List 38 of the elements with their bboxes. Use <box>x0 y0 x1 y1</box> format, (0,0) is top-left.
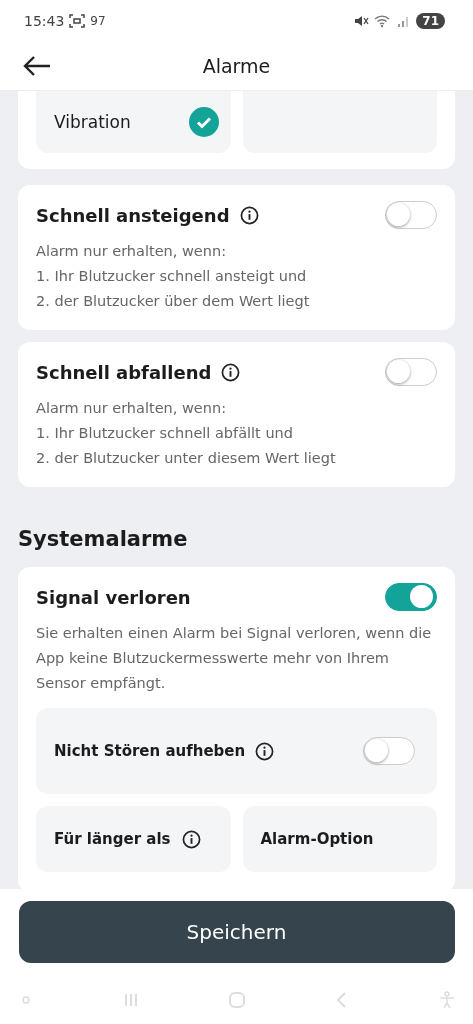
checkmark-icon[interactable] <box>188 107 219 137</box>
description-line: Alarm nur erhalten, wenn: <box>36 399 227 418</box>
toggle-switch[interactable] <box>385 201 437 229</box>
description-line: 1. Ihr Blutzucker schnell ansteigt und <box>36 267 308 286</box>
notification-count: 97 <box>90 14 106 28</box>
description-line: Alarm nur erhalten, wenn: <box>36 242 227 261</box>
info-icon[interactable] <box>221 362 241 382</box>
status-time: 15:43 <box>24 13 65 29</box>
section-title: Systemalarme <box>18 527 189 551</box>
description-line: 1. Ihr Blutzucker schnell abfällt und <box>36 424 294 443</box>
info-icon[interactable] <box>182 829 202 849</box>
description-line: 2. der Blutzucker unter diesem Wert liegt <box>36 449 337 468</box>
description-line: 2. der Blutzucker über dem Wert liegt <box>36 292 311 311</box>
option-label: Nicht Stören aufheben <box>54 742 246 760</box>
back-arrow-icon[interactable] <box>23 56 51 76</box>
option-label: Vibration <box>54 112 131 132</box>
info-icon[interactable] <box>255 741 275 761</box>
wifi-icon <box>374 13 391 29</box>
alarm-title: Signal verloren <box>36 586 191 608</box>
toggle-switch[interactable] <box>385 583 437 611</box>
option-panel[interactable]: Vibration <box>36 91 231 153</box>
toggle-switch[interactable] <box>363 737 415 765</box>
alarm-title: Schnell ansteigend <box>36 204 230 226</box>
save-button[interactable]: Speichern <box>18 901 455 963</box>
accessibility-icon[interactable] <box>437 989 457 1010</box>
page-title: Alarme <box>202 55 271 77</box>
option-panel[interactable]: Für länger als <box>36 806 231 872</box>
screenshot-icon <box>69 13 86 29</box>
alarm-description: Sie erhalten einen Alarm bei Signal verloren, wenn die App keine Blutzuckermesswerte mehr von Ihrem Sensor empfängt. <box>36 624 433 693</box>
battery-indicator: 71 <box>416 13 445 29</box>
alarm-title: Schnell abfallend <box>36 361 212 383</box>
home-icon[interactable] <box>226 989 247 1010</box>
option-label: Für länger als <box>54 830 171 848</box>
option-panel[interactable]: Alarm-Option <box>242 806 437 872</box>
mute-icon <box>353 13 370 29</box>
option-label: Alarm-Option <box>260 830 374 848</box>
info-icon[interactable] <box>239 205 259 225</box>
toggle-switch[interactable] <box>385 358 437 386</box>
